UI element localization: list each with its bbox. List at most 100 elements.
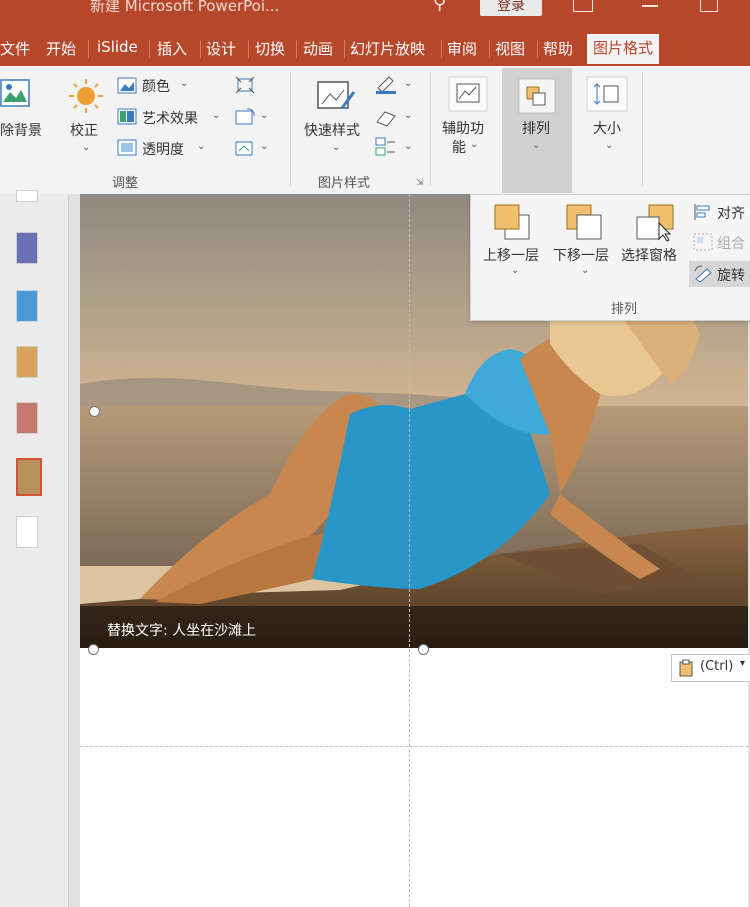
quick-styles-icon[interactable] [316,78,356,118]
tab-insert[interactable]: 插入 [157,38,187,59]
transparency-label[interactable]: 透明度 [142,139,184,159]
tab-separator [200,40,201,58]
maximize-icon[interactable] [700,0,718,12]
tab-file[interactable]: 文件 [0,38,30,59]
arrange-group-label: 排列 [611,302,638,317]
alt-text-caption: 替换文字: 人坐在沙滩上 [107,623,257,639]
send-backward-icon[interactable] [565,203,605,247]
color-label[interactable]: 颜色 [142,76,170,96]
accessibility-label-line1[interactable]: 辅助功 [442,118,484,138]
group-adjust-label: 调整 [112,176,139,191]
ribbon-separator [290,72,291,186]
tab-separator [441,40,442,58]
picture-layout-icon[interactable] [375,137,397,161]
slide-thumbnail[interactable] [16,190,38,202]
smart-guide-vertical [409,194,410,907]
bring-forward-label[interactable]: 上移一层 [483,245,539,265]
alt-text-icon[interactable] [448,76,488,116]
chevron-down-icon[interactable]: ⌄ [180,78,188,89]
bring-forward-icon[interactable] [493,203,533,247]
slide-thumbnail[interactable] [16,232,38,264]
picture-border-icon[interactable] [375,76,397,98]
ribbon-separator [642,72,643,186]
tab-separator [88,40,89,58]
paste-options-button[interactable]: (Ctrl) ▾ [671,654,750,682]
arrange-label: 排列 [522,121,550,137]
minimize-icon[interactable] [642,5,658,7]
picture-effects-icon[interactable] [375,108,397,130]
sun-icon[interactable] [68,78,104,118]
search-icon[interactable]: ⚲ [433,0,446,14]
tab-view[interactable]: 视图 [495,38,525,59]
chevron-down-icon[interactable]: ⌄ [404,141,412,152]
slide-thumbnail[interactable] [16,516,38,548]
arrange-icon [518,78,556,118]
chevron-down-icon[interactable]: ⌄ [197,141,205,152]
transparency-icon[interactable] [117,139,137,161]
chevron-down-icon[interactable]: ⌄ [581,265,589,276]
chevron-down-icon[interactable]: ⌄ [260,141,268,152]
send-backward-label[interactable]: 下移一层 [553,245,609,265]
chevron-down-icon[interactable]: ⌄ [404,110,412,121]
resize-handle[interactable] [88,644,99,655]
slide-thumbnail[interactable] [16,402,38,434]
change-picture-icon[interactable] [235,108,255,130]
ribbon-tab-bar: 文件 开始 iSlide 插入 设计 切换 动画 幻灯片放映 审阅 视图 帮助 … [0,30,750,94]
rotate-label[interactable]: 旋转 [717,265,745,285]
chevron-down-icon[interactable]: ⌄ [260,110,268,121]
remove-background-icon[interactable] [0,78,30,114]
group-icon[interactable] [693,233,713,255]
tab-islide[interactable]: iSlide [97,38,138,56]
rotate-icon[interactable] [693,265,713,287]
selection-pane-label[interactable]: 选择窗格 [621,245,677,265]
art-effects-icon[interactable] [117,108,137,130]
size-icon[interactable] [586,76,630,112]
tab-separator [489,40,490,58]
selection-pane-icon[interactable] [635,203,675,247]
size-label[interactable]: 大小 [593,118,621,138]
watermark-url: jingyan.baidu.com [577,874,679,887]
group-label[interactable]: 组合 [717,233,745,253]
tab-review[interactable]: 审阅 [447,38,477,59]
arrange-dropdown: 上移一层 ⌄ 下移一层 ⌄ 选择窗格 对齐 组合 旋转 排列 [470,194,750,321]
align-icon[interactable] [693,203,713,225]
tab-transitions[interactable]: 切换 [255,38,285,59]
quick-styles-label[interactable]: 快速样式 [304,120,360,140]
slide-thumbnail[interactable] [16,346,38,378]
chevron-down-icon[interactable]: ⌄ [332,142,340,153]
remove-background-label[interactable]: 除背景 [0,120,42,140]
ribbon: 除背景 校正 ⌄ 颜色 ⌄ 艺术效果 ⌄ 透明度 ⌄ ⌄ ⌄ 调整 快速样式 ⌄… [0,66,750,195]
align-label[interactable]: 对齐 [717,203,745,223]
chevron-down-icon[interactable]: ⌄ [470,139,478,150]
chevron-down-icon[interactable]: ⌄ [82,142,90,153]
tab-separator [537,40,538,58]
tab-slideshow[interactable]: 幻灯片放映 [350,38,425,59]
accessibility-label-line2[interactable]: 能 [452,137,466,157]
chevron-down-icon[interactable]: ⌄ [212,110,220,121]
paw-icon: ✿ [627,830,646,855]
color-icon[interactable] [117,77,137,99]
chevron-down-icon[interactable]: ⌄ [605,140,613,151]
chevron-down-icon[interactable]: ⌄ [511,265,519,276]
tab-animations[interactable]: 动画 [303,38,333,59]
dialog-launcher-icon[interactable]: ⇲ [416,178,424,188]
reset-picture-icon[interactable] [235,139,255,161]
resize-handle[interactable] [418,644,429,655]
smart-guide-horizontal [80,746,748,747]
art-effects-label[interactable]: 艺术效果 [142,108,198,128]
ribbon-display-icon[interactable] [573,0,593,12]
window-title: 新建 Microsoft PowerPoi... [90,0,280,15]
tab-design[interactable]: 设计 [206,38,236,59]
correct-label[interactable]: 校正 [70,120,98,140]
arrange-button[interactable]: 排列 ⌄ [502,68,572,193]
slide-thumbnail-selected[interactable] [16,458,42,496]
paste-options-label: (Ctrl) [700,659,734,674]
tab-picture-format[interactable]: 图片格式 [587,34,660,64]
compress-pictures-icon[interactable] [235,76,255,98]
login-button[interactable]: 登录 [480,0,542,16]
resize-handle[interactable] [89,406,100,417]
chevron-down-icon[interactable]: ⌄ [404,78,412,89]
tab-help[interactable]: 帮助 [543,38,573,59]
slide-thumbnail[interactable] [16,290,38,322]
tab-home[interactable]: 开始 [46,38,76,59]
